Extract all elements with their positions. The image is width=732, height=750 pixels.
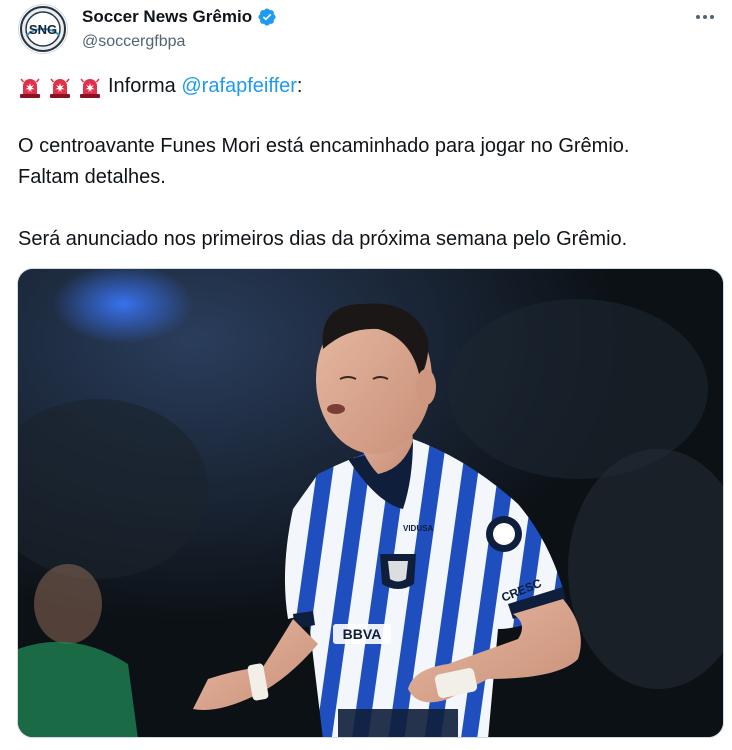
avatar-logo-text: SNG bbox=[29, 22, 57, 37]
tweet-text-line: O centroavante Funes Mori está encaminha… bbox=[18, 135, 630, 157]
mention-link[interactable]: @rafapfeiffer bbox=[181, 71, 297, 102]
tweet-text-line: Faltam detalhes. bbox=[18, 166, 166, 188]
tweet-text-line: Será anunciado nos primeiros dias da pró… bbox=[18, 228, 628, 250]
more-dot bbox=[710, 15, 714, 19]
police-light-emoji-icon bbox=[78, 75, 102, 99]
sng-logo-icon: SNG bbox=[20, 6, 66, 52]
more-options-button[interactable] bbox=[692, 6, 718, 28]
verified-badge-icon bbox=[257, 7, 277, 27]
author-name-row: Soccer News Grêmio bbox=[82, 6, 277, 28]
police-light-emoji-icon bbox=[18, 75, 42, 99]
jersey-chest-text: VIDUSA bbox=[403, 524, 433, 533]
author-display-name[interactable]: Soccer News Grêmio bbox=[82, 6, 252, 28]
police-light-emoji-icon bbox=[48, 75, 72, 99]
tweet-intro-line: Informa @rafapfeiffer: bbox=[18, 71, 714, 102]
player-photo-illustration: BBVA CRESC VIDUSA bbox=[18, 269, 723, 737]
author-handle[interactable]: @soccergfbpa bbox=[82, 32, 185, 52]
tweet-paragraph: Será anunciado nos primeiros dias da pró… bbox=[18, 224, 714, 255]
more-dot bbox=[696, 15, 700, 19]
jersey-sponsor-text: BBVA bbox=[343, 626, 382, 642]
intro-suffix: : bbox=[296, 75, 303, 97]
more-dot bbox=[703, 15, 707, 19]
tweet-photo[interactable]: BBVA CRESC VIDUSA bbox=[17, 268, 724, 738]
tweet-paragraph: O centroavante Funes Mori está encaminha… bbox=[18, 131, 714, 193]
intro-prefix: Informa bbox=[108, 75, 182, 97]
author-avatar[interactable]: SNG bbox=[18, 4, 68, 54]
